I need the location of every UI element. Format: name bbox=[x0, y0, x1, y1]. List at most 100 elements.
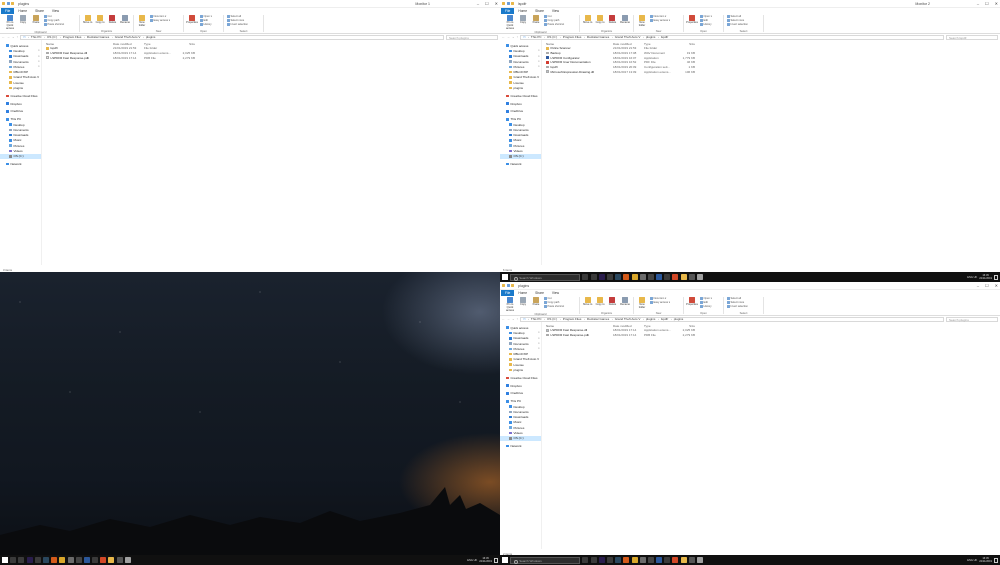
notification-icon[interactable] bbox=[994, 557, 998, 563]
qat-icon[interactable] bbox=[2, 2, 5, 5]
task-view-icon[interactable] bbox=[590, 274, 597, 280]
file-row[interactable]: LSPDFR Fast Response.pdb 18/01/2019 17:14… bbox=[546, 333, 1000, 338]
open-button[interactable]: Open ▾ bbox=[200, 15, 212, 18]
new-folder-button[interactable]: New folder bbox=[637, 15, 647, 28]
maximize-button[interactable]: ☐ bbox=[485, 1, 489, 6]
explorer-icon[interactable] bbox=[680, 274, 687, 280]
notification-icon[interactable] bbox=[994, 274, 998, 280]
open-button[interactable]: Open ▾ bbox=[700, 15, 712, 18]
tab-file[interactable]: File bbox=[501, 290, 515, 296]
word-icon[interactable] bbox=[656, 274, 663, 280]
search-input[interactable]: Search plugins bbox=[446, 34, 498, 40]
easy-access-button[interactable]: Easy access ▾ bbox=[150, 19, 170, 22]
breadcrumb-item[interactable]: Rockstar Games bbox=[587, 318, 609, 321]
properties-button[interactable]: Properties bbox=[686, 297, 698, 307]
easy-access-button[interactable]: Easy access ▾ bbox=[650, 301, 670, 304]
column-date[interactable]: Date modified bbox=[613, 324, 644, 328]
breadcrumb-item[interactable]: Program Files bbox=[563, 36, 582, 39]
new-item-button[interactable]: New item ▾ bbox=[650, 297, 670, 300]
explorer-icon[interactable] bbox=[108, 557, 115, 563]
copy-to-button[interactable]: Copy to bbox=[595, 15, 605, 25]
up-button[interactable]: ↑ bbox=[517, 317, 519, 321]
history-button[interactable]: History bbox=[700, 305, 712, 308]
forward-button[interactable]: → bbox=[507, 35, 510, 39]
rename-button[interactable]: Rename bbox=[620, 297, 630, 307]
tab-view[interactable]: View bbox=[548, 8, 563, 14]
qat-icon[interactable] bbox=[11, 2, 14, 5]
pin-quick-access-button[interactable]: Pin to Quick access bbox=[505, 15, 515, 30]
powerpoint-icon[interactable] bbox=[100, 557, 107, 563]
copy-button[interactable]: Copy bbox=[18, 15, 28, 25]
search-input[interactable]: Search lspdfr bbox=[946, 34, 998, 40]
breadcrumb-item[interactable]: lspdfr bbox=[661, 318, 668, 321]
column-name[interactable]: Name bbox=[546, 324, 613, 328]
maximize-button[interactable]: ☐ bbox=[985, 1, 989, 6]
steam-icon[interactable] bbox=[42, 557, 49, 563]
column-size[interactable]: Size bbox=[175, 42, 195, 46]
language-indicator[interactable]: ENG UK bbox=[967, 559, 977, 562]
cortana-icon[interactable] bbox=[10, 557, 17, 563]
language-indicator[interactable]: ENG UK bbox=[967, 276, 977, 279]
paste-button[interactable]: Paste bbox=[531, 15, 541, 25]
column-name[interactable]: Name bbox=[546, 42, 613, 46]
breadcrumb-item[interactable]: plugins bbox=[646, 318, 656, 321]
back-button[interactable]: ← bbox=[502, 317, 505, 321]
breadcrumb-item[interactable]: This PC bbox=[531, 318, 542, 321]
back-button[interactable]: ← bbox=[502, 35, 505, 39]
rename-button[interactable]: Rename bbox=[620, 15, 630, 25]
qat-icon[interactable] bbox=[502, 284, 505, 287]
new-item-button[interactable]: New item ▾ bbox=[150, 15, 170, 18]
pin-quick-access-button[interactable]: Pin to Quick access bbox=[5, 15, 15, 30]
taskbar-search[interactable]: Search Windows bbox=[510, 273, 581, 281]
breadcrumb-item[interactable]: Program Files bbox=[563, 318, 582, 321]
delete-button[interactable]: Delete bbox=[608, 297, 617, 307]
breadcrumb-item[interactable]: Grand Theft Auto V bbox=[115, 36, 141, 39]
select-none-button[interactable]: Select none bbox=[227, 19, 248, 22]
delete-button[interactable]: Delete bbox=[608, 15, 617, 25]
history-button[interactable]: History bbox=[200, 23, 212, 26]
delete-button[interactable]: Delete bbox=[108, 15, 117, 25]
breadcrumb-item[interactable]: Grand Theft Auto V bbox=[615, 36, 641, 39]
select-all-button[interactable]: Select all bbox=[727, 297, 748, 300]
obs-icon[interactable] bbox=[606, 557, 613, 563]
address-bar[interactable]: ▭ › This PC › OS (C:) › Program Files › Rockstar… bbox=[20, 34, 444, 40]
new-folder-button[interactable]: New folder bbox=[137, 15, 147, 28]
steam-icon[interactable] bbox=[615, 274, 622, 280]
language-indicator[interactable]: ENG UK bbox=[467, 559, 477, 562]
up-button[interactable]: ↑ bbox=[517, 35, 519, 39]
copy-path-button[interactable]: Copy path bbox=[544, 19, 564, 22]
new-folder-button[interactable]: New folder bbox=[637, 297, 647, 310]
powerpoint-icon[interactable] bbox=[672, 274, 679, 280]
file-row[interactable]: LSPDFR Fast Response.pdb 18/01/2019 17:14… bbox=[46, 55, 500, 60]
copy-path-button[interactable]: Copy path bbox=[544, 301, 564, 304]
qat-icon[interactable] bbox=[511, 2, 514, 5]
copy-to-button[interactable]: Copy to bbox=[595, 297, 605, 307]
qat-icon[interactable] bbox=[502, 2, 505, 5]
move-to-button[interactable]: Move to bbox=[83, 15, 92, 25]
tab-home[interactable]: Home bbox=[14, 8, 31, 14]
nav-item[interactable]: Network bbox=[0, 161, 41, 166]
breadcrumb-item[interactable]: plugins bbox=[646, 36, 656, 39]
store-icon[interactable] bbox=[92, 557, 99, 563]
invert-selection-button[interactable]: Invert selection bbox=[727, 23, 748, 26]
copy-to-button[interactable]: Copy to bbox=[95, 15, 105, 25]
search-input[interactable]: Search plugins bbox=[946, 316, 998, 322]
recent-button[interactable]: ⌄ bbox=[512, 317, 515, 321]
properties-button[interactable]: Properties bbox=[686, 15, 698, 25]
breadcrumb-item[interactable]: OS (C:) bbox=[47, 36, 57, 39]
forward-button[interactable]: → bbox=[7, 35, 10, 39]
breadcrumb-item[interactable]: OS (C:) bbox=[547, 318, 557, 321]
breadcrumb-item[interactable]: Rockstar Games bbox=[87, 36, 109, 39]
close-button[interactable]: ✕ bbox=[995, 283, 998, 288]
epic-icon[interactable] bbox=[647, 274, 654, 280]
nav-item[interactable]: Network bbox=[500, 161, 541, 166]
premiere-icon[interactable] bbox=[598, 557, 605, 563]
breadcrumb-item[interactable]: plugins bbox=[146, 36, 156, 39]
pin-quick-access-button[interactable]: Pin to Quick access bbox=[505, 297, 515, 312]
app-icon[interactable] bbox=[67, 557, 74, 563]
media-icon[interactable] bbox=[697, 274, 703, 280]
address-bar[interactable]: ▭ › This PC › OS (C:) › Program Files › Rockstar… bbox=[520, 34, 944, 40]
tab-home[interactable]: Home bbox=[514, 290, 531, 296]
select-all-button[interactable]: Select all bbox=[227, 15, 248, 18]
minimize-button[interactable]: – bbox=[977, 1, 979, 6]
